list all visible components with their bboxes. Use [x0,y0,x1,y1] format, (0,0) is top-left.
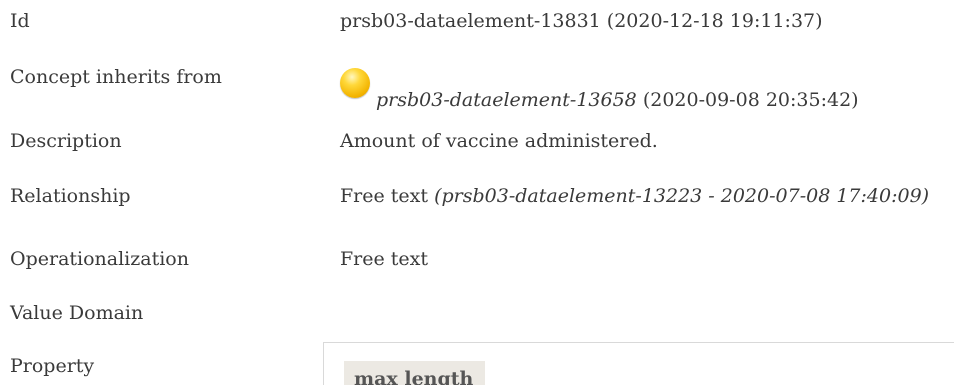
operationalization-value: Free text [340,248,429,270]
row-relationship: Relationship Free text (prsb03-dataeleme… [0,185,954,225]
value-domain-label: Value Domain [10,302,144,324]
row-value-domain: Value Domain [0,302,954,342]
relationship-reference: (prsb03-dataelement-13223 - 2020-07-08 1… [434,185,930,207]
concept-inherits-label: Concept inherits from [10,66,222,88]
inherited-concept-date: (2020-09-08 20:35:42) [636,89,859,111]
row-description: Description Amount of vaccine administer… [0,130,954,170]
property-label: Property [10,355,95,377]
property-header-max-length: max length [344,361,486,385]
id-value: prsb03-dataelement-13831 (2020-12-18 19:… [340,10,823,32]
description-value: Amount of vaccine administered. [340,130,658,152]
relationship-type: Free text [340,185,435,207]
concept-inherits-value: prsb03-dataelement-13658 (2020-09-08 20:… [340,68,859,111]
relationship-value: Free text (prsb03-dataelement-13223 - 20… [340,185,929,207]
row-operationalization: Operationalization Free text [0,248,954,288]
description-label: Description [10,130,122,152]
inherited-concept-link[interactable]: prsb03-dataelement-13658 [376,89,637,111]
row-concept-inherits: Concept inherits from prsb03-dataelement… [0,66,954,111]
operationalization-label: Operationalization [10,248,189,270]
property-table: max length [323,342,954,385]
relationship-label: Relationship [10,185,131,207]
status-orb-icon [340,68,370,98]
id-label: Id [10,10,30,32]
row-id: Id prsb03-dataelement-13831 (2020-12-18 … [0,10,954,50]
